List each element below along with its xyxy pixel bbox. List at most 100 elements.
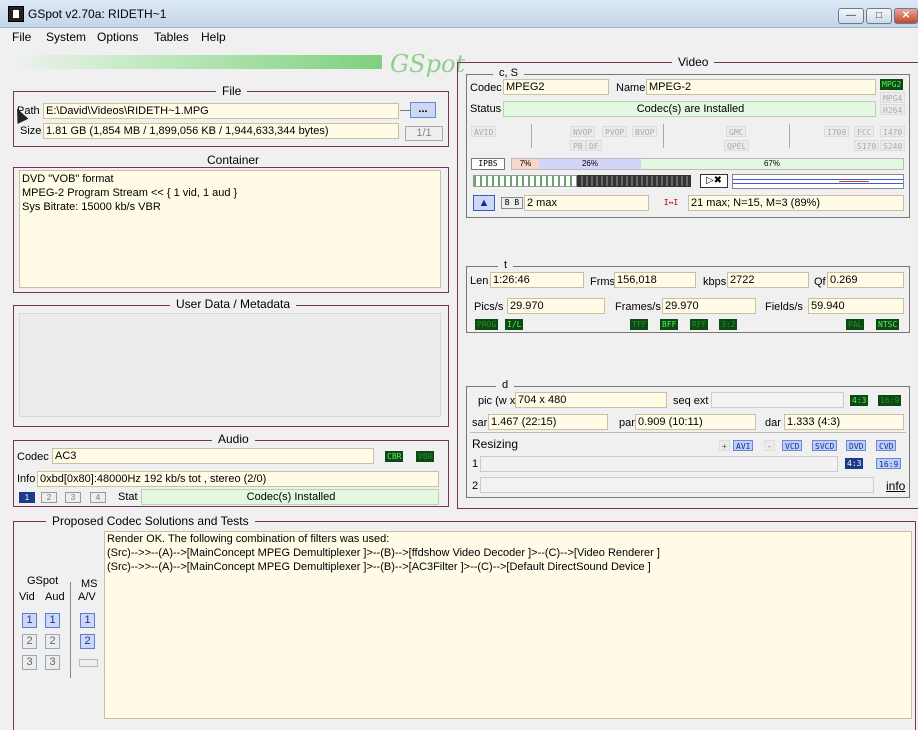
resize-vcd-button[interactable]: VCD — [782, 440, 803, 451]
flag-bvop: BVOP — [632, 126, 658, 137]
frms-field: 156,018 — [614, 272, 696, 288]
render-log: Render OK. The following combination of … — [104, 531, 912, 719]
ms-av-1[interactable]: 1 — [80, 613, 95, 628]
frame-type-p-segment: 26% — [539, 159, 641, 169]
ms-av-2[interactable]: 2 — [80, 634, 95, 649]
qf-label: Qf — [814, 276, 826, 288]
container-line: MPEG-2 Program Stream << { 1 vid, 1 aud … — [22, 187, 238, 199]
pics-label: Pics/s — [474, 301, 504, 313]
prog-badge: PROG — [475, 319, 499, 330]
menu-file[interactable]: File — [7, 30, 36, 44]
bitrate-graph — [732, 174, 904, 189]
resize-dvd-button[interactable]: DVD — [846, 440, 867, 451]
frames-label: Frames/s — [615, 301, 661, 313]
cs-legend: c, S — [493, 67, 524, 79]
browse-button[interactable]: ... — [410, 102, 436, 118]
flag-df: DF — [586, 140, 602, 151]
resize-plus-button[interactable]: + — [719, 440, 730, 451]
menu-system[interactable]: System — [41, 30, 91, 44]
gspot-aud-2[interactable]: 2 — [45, 634, 60, 649]
b-max-field: 2 max — [524, 195, 649, 211]
bb-indicator: B B — [501, 197, 523, 209]
container-info: DVD "VOB" format MPEG-2 Program Stream <… — [19, 170, 441, 288]
gspot-logo: GSpot — [390, 50, 466, 78]
flag-s240: S240 — [880, 140, 906, 151]
sar-field: 1.467 (22:15) — [488, 414, 608, 430]
resize-avi-button[interactable]: AVI — [733, 440, 754, 451]
path-field[interactable]: E:\David\Videos\RIDETH~1.MPG — [43, 103, 399, 119]
fields-field: 59.940 — [808, 298, 904, 314]
container-line: DVD "VOB" format — [22, 173, 114, 185]
menu-options[interactable]: Options — [92, 30, 143, 44]
fields-label: Fields/s — [765, 301, 803, 313]
resize-svcd-button[interactable]: SVCD — [812, 440, 838, 451]
flag-avid: AVID — [471, 126, 497, 137]
flag-pb: PB — [570, 140, 586, 151]
il-badge: I/L — [505, 319, 524, 330]
title-bar: GSpot v2.70a: RIDETH~1 — □ ✕ — [0, 0, 918, 28]
kbps-label: kbps — [703, 276, 727, 288]
len-label: Len — [470, 275, 489, 287]
frame-type-b-segment: 67% — [641, 159, 903, 169]
page-indicator[interactable]: 1/1 — [405, 126, 443, 141]
gspot-vid-2[interactable]: 2 — [22, 634, 37, 649]
t-legend: t — [498, 259, 514, 271]
audio-stream-tab-4[interactable]: 4 — [90, 492, 106, 503]
mpg2-badge: MPG2 — [880, 79, 904, 90]
gspot-vid-3[interactable]: 3 — [22, 655, 37, 670]
par-label: par — [619, 417, 635, 429]
bff-badge: BFF — [660, 319, 679, 330]
audio-stat-label: Stat — [118, 491, 138, 503]
tff-badge: TFF — [630, 319, 649, 330]
pic-field: 704 x 480 — [515, 392, 667, 408]
flag-s170: S170 — [854, 140, 880, 151]
minimize-button[interactable]: — — [838, 8, 864, 24]
gop-field: 21 max; N=15, M=3 (89%) — [688, 195, 904, 211]
resize-minus-button[interactable]: - — [764, 440, 775, 451]
gspot-label: GSpot — [27, 575, 59, 587]
seqext-label: seq ext — [673, 395, 709, 407]
gspot-aud-1[interactable]: 1 — [45, 613, 60, 628]
menu-help[interactable]: Help — [196, 30, 231, 44]
video-status-field: Codec(s) are Installed — [503, 101, 876, 117]
resize-cvd-button[interactable]: CVD — [876, 440, 897, 451]
audio-info-field: 0xbd[0x80]:48000Hz 192 kb/s tot , stereo… — [37, 471, 439, 487]
aud-label: Aud — [45, 591, 65, 603]
file-legend: File — [216, 84, 248, 98]
rff-badge: RFF — [690, 319, 709, 330]
aspect-4-3-badge: 4:3 — [850, 395, 869, 406]
flag-i470: I470 — [880, 126, 906, 137]
resize-row2-label: 2 — [472, 480, 479, 492]
userdata-area — [19, 313, 441, 417]
resize-4-3-button[interactable]: 4:3 — [845, 458, 864, 469]
audio-stream-tab-1[interactable]: 1 — [19, 492, 35, 503]
frame-type-bar: 7% 26% 67% — [511, 158, 904, 170]
maximize-button[interactable]: □ — [866, 8, 892, 24]
close-button[interactable]: ✕ — [894, 8, 918, 24]
info-link[interactable]: info — [886, 479, 905, 493]
menu-tables[interactable]: Tables — [149, 30, 194, 44]
render-line: Render OK. The following combination of … — [107, 533, 390, 545]
render-line: (Src)-->>--(A)-->[MainConcept MPEG Demul… — [107, 547, 660, 559]
ms-label: MS — [81, 578, 98, 590]
flag-i709: I709 — [824, 126, 850, 137]
gspot-aud-3[interactable]: 3 — [45, 655, 60, 670]
flag-fcc: FCC — [854, 126, 875, 137]
gspot-vid-1[interactable]: 1 — [22, 613, 37, 628]
audio-stream-tab-2[interactable]: 2 — [41, 492, 57, 503]
vbr-badge: VBR — [416, 451, 435, 462]
ms-av-3[interactable] — [79, 659, 98, 667]
gop-analyze-icon[interactable]: ▲ — [473, 195, 495, 211]
render-line: (Src)-->>--(A)-->[MainConcept MPEG Demul… — [107, 561, 651, 573]
flag-gmc: GMC — [726, 126, 747, 137]
frames-field: 29.970 — [662, 298, 756, 314]
audio-stream-tab-3[interactable]: 3 — [65, 492, 81, 503]
vid-label: Vid — [19, 591, 35, 603]
aspect-16-9-badge: 16:9 — [878, 395, 902, 406]
window-title: GSpot v2.70a: RIDETH~1 — [28, 7, 167, 21]
dar-field: 1.333 (4:3) — [784, 414, 904, 430]
userdata-legend: User Data / Metadata — [170, 297, 297, 311]
flag-qpel: QPEL — [724, 140, 750, 151]
video-codec-field: MPEG2 — [503, 79, 609, 95]
resize-16-9-button[interactable]: 16:9 — [876, 458, 902, 469]
